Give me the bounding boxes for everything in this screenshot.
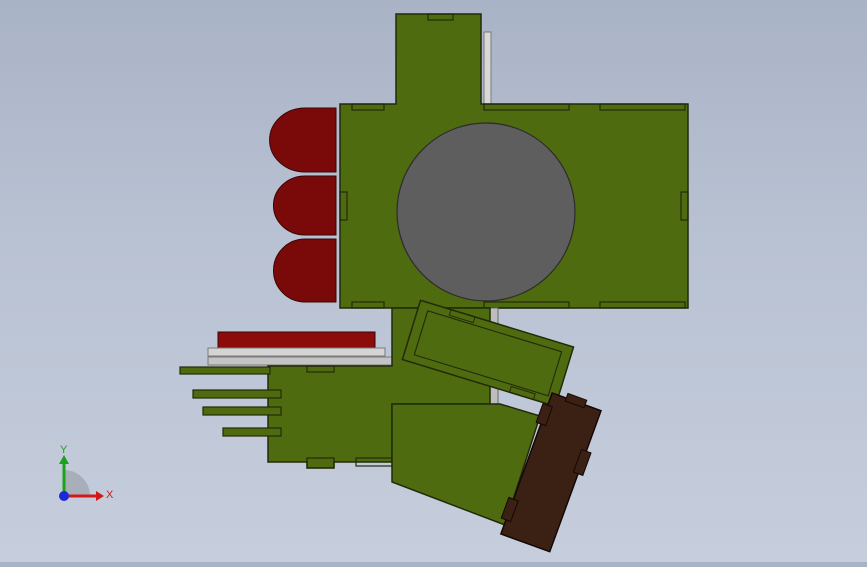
red-strip (217, 331, 376, 349)
reference-triad: X Y (59, 444, 114, 501)
red-bumpers[interactable] (269, 107, 337, 303)
silver-rod (483, 31, 492, 105)
triad-z-axis (59, 491, 69, 501)
silver-plate-upper (207, 347, 386, 357)
left-prongs[interactable] (179, 366, 282, 437)
cad-model-canvas[interactable] (0, 0, 867, 562)
cad-graphics-viewport[interactable] (0, 0, 867, 562)
silver-plate-lower (207, 356, 394, 366)
triad-x-arrow (96, 491, 104, 501)
motor-disc[interactable] (396, 122, 576, 302)
triad-quadrant (64, 470, 90, 496)
triad-y-arrow (59, 455, 69, 464)
triad-y-label: Y (60, 444, 68, 456)
triad-x-label: X (106, 489, 114, 501)
